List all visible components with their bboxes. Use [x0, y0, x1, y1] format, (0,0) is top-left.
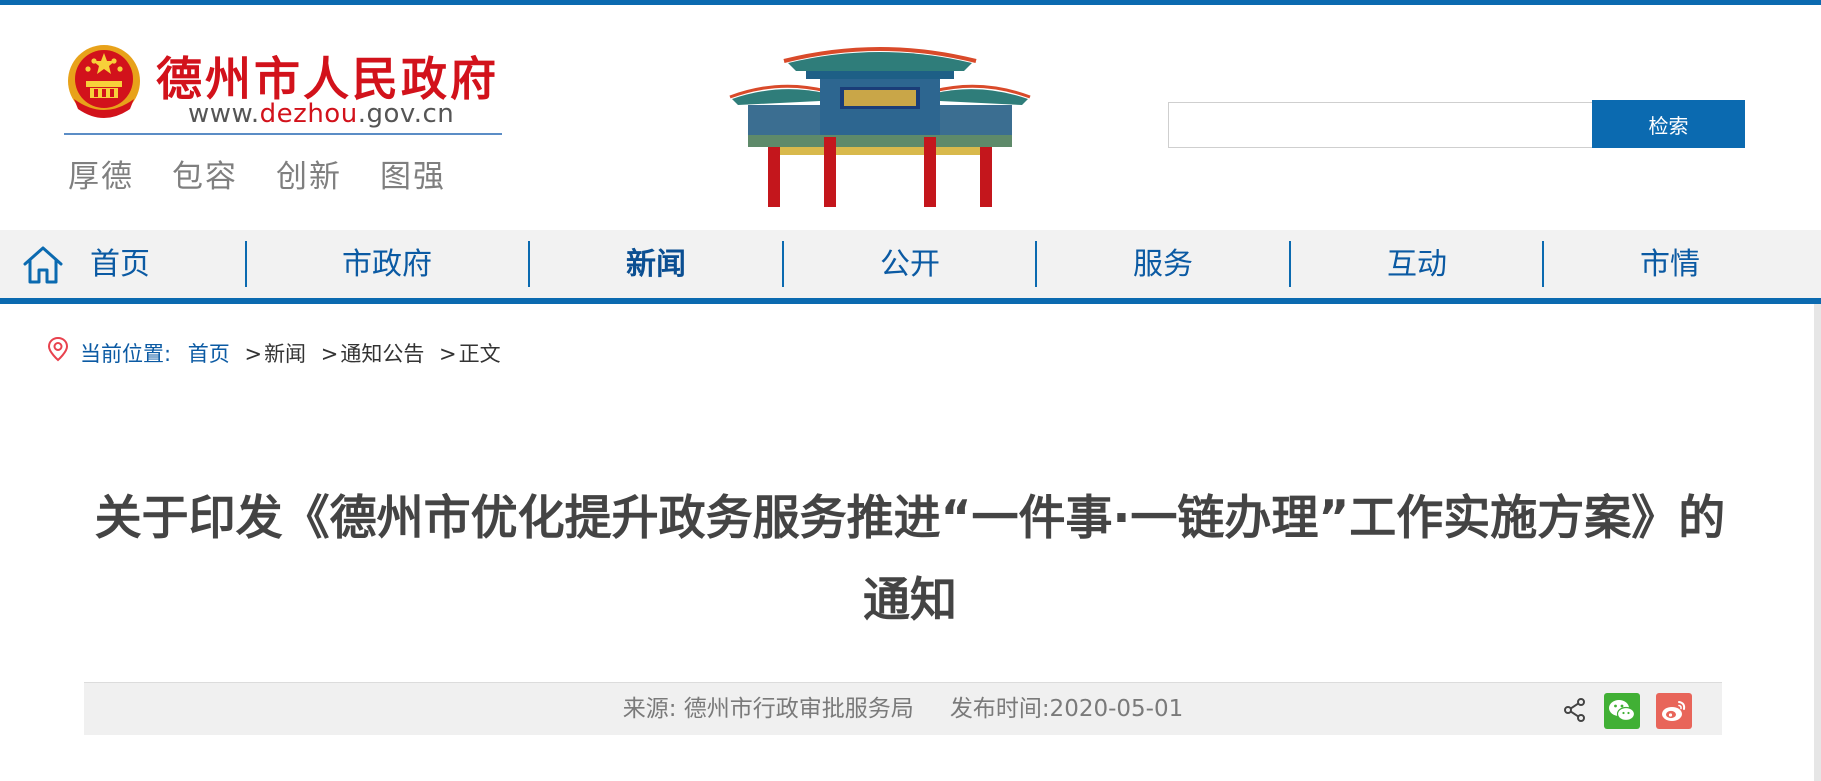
breadcrumb-link-home[interactable]: 首页 — [188, 342, 230, 366]
slogan-word: 图强 — [380, 159, 446, 195]
nav-item-public-info[interactable]: 公开 — [880, 230, 940, 300]
nav-item-interaction[interactable]: 互动 — [1387, 230, 1447, 300]
site-logo[interactable]: 德州市人民政府 www.dezhou.gov.cn 厚德 包容 创新 图强 — [64, 35, 504, 195]
nav-item-home[interactable]: 首页 — [90, 230, 150, 300]
nav-bottom-bar — [0, 298, 1821, 304]
page-scrollbar[interactable] — [1814, 304, 1821, 781]
share-icon[interactable] — [1562, 697, 1588, 723]
slogan-word: 厚德 — [68, 159, 134, 195]
logo-divider — [64, 133, 502, 135]
home-icon[interactable] — [22, 244, 64, 286]
nav-separator — [528, 241, 530, 287]
nav-item-city-government[interactable]: 市政府 — [342, 230, 432, 300]
location-pin-icon — [47, 336, 69, 362]
search-input[interactable] — [1168, 102, 1593, 148]
national-emblem-icon — [68, 45, 140, 118]
memorial-archway-image — [729, 47, 1031, 207]
article-source: 来源: 德州市行政审批服务局 — [622, 696, 914, 722]
wechat-icon[interactable] — [1604, 693, 1640, 729]
site-url-prefix: www. — [188, 99, 260, 129]
article-meta-info: 来源: 德州市行政审批服务局 发布时间:2020-05-01 — [84, 683, 1722, 736]
nav-separator — [1542, 241, 1544, 287]
nav-separator — [782, 241, 784, 287]
breadcrumb-separator: > — [244, 342, 263, 366]
nav-separator — [245, 241, 247, 287]
breadcrumb-trail: 当前位置: 首页 >新闻 >通知公告 >正文 — [80, 338, 501, 368]
site-header: 德州市人民政府 www.dezhou.gov.cn 厚德 包容 创新 图强 检索 — [0, 5, 1821, 230]
site-url-suffix: .gov.cn — [357, 99, 455, 129]
nav-separator — [1289, 241, 1291, 287]
weibo-icon[interactable] — [1656, 693, 1692, 729]
nav-item-services[interactable]: 服务 — [1133, 230, 1193, 300]
slogan-word: 包容 — [172, 159, 238, 195]
nav-item-city-profile[interactable]: 市情 — [1640, 230, 1700, 300]
article-meta-bar: 来源: 德州市行政审批服务局 发布时间:2020-05-01 — [84, 682, 1722, 735]
breadcrumb-link-notices[interactable]: 通知公告 — [340, 342, 424, 366]
breadcrumb-label: 当前位置: — [80, 342, 172, 366]
main-nav: 首页 市政府 新闻 公开 服务 互动 市情 — [0, 230, 1821, 300]
slogan-word: 创新 — [276, 159, 342, 195]
breadcrumb-separator: > — [439, 342, 457, 366]
site-url-highlight: dezhou — [259, 99, 358, 129]
slogan: 厚德 包容 创新 图强 — [68, 151, 484, 196]
site-url: www.dezhou.gov.cn — [188, 99, 454, 129]
breadcrumb-link-news[interactable]: 新闻 — [264, 342, 306, 366]
nav-item-news[interactable]: 新闻 — [626, 230, 686, 300]
nav-separator — [1035, 241, 1037, 287]
article-publish-time: 发布时间:2020-05-01 — [949, 696, 1184, 722]
breadcrumb-current: 正文 — [458, 342, 501, 366]
article-title: 关于印发《德州市优化提升政务服务推进“一件事·一链办理”工作实施方案》的通知 — [94, 491, 1726, 628]
search-button[interactable]: 检索 — [1592, 100, 1745, 148]
search-box: 检索 — [1168, 100, 1745, 153]
breadcrumb-separator: > — [320, 342, 339, 366]
